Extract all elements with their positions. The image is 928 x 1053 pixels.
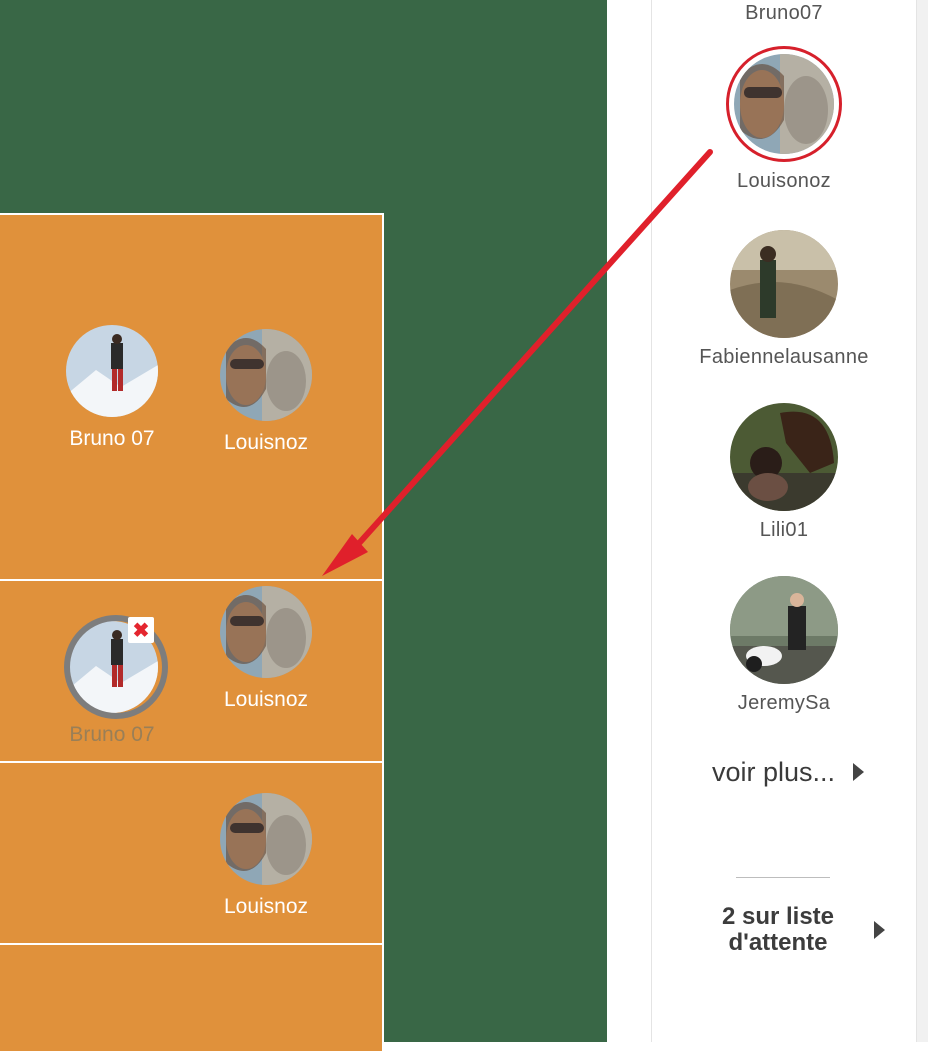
player-name: Bruno 07 — [69, 723, 155, 746]
member-fabiennelausanne[interactable]: Fabiennelausanne — [651, 230, 917, 369]
member-louisonoz[interactable]: Louisonoz — [651, 46, 917, 193]
avatar-louisnoz — [220, 793, 312, 885]
member-name: Fabiennelausanne — [699, 346, 869, 368]
avatar-bruno — [66, 325, 158, 417]
player-bruno-pending[interactable]: ✖ Bruno 07 — [62, 615, 168, 747]
waitlist-label-line1: 2 sur liste — [721, 903, 835, 930]
member-name: Bruno07 — [745, 2, 823, 24]
member-name: JeremySa — [737, 692, 831, 714]
member-lili01[interactable]: Lili01 — [651, 403, 917, 542]
waitlist-label: 2 sur liste d'attente — [700, 904, 856, 956]
see-more-link[interactable]: voir plus... — [712, 753, 902, 791]
reservation-board: Bruno 07 Louisnoz ✖ Bruno 07 Louisnoz Lo… — [0, 213, 390, 1053]
waitlist-label-line2: d'attente — [728, 929, 828, 956]
slot-1[interactable]: Bruno 07 Louisnoz — [0, 213, 384, 581]
sidebar-divider — [736, 877, 830, 878]
member-bruno07[interactable]: Bruno07 — [651, 2, 917, 25]
slot-4[interactable] — [0, 943, 384, 1053]
see-more-label: voir plus... — [712, 756, 836, 787]
member-name: Louisonoz — [737, 170, 831, 192]
member-jeremysa[interactable]: JeremySa — [651, 576, 917, 715]
player-name: Louisnoz — [223, 688, 309, 711]
avatar-lili01 — [730, 403, 838, 511]
caret-right-icon — [853, 763, 865, 781]
player-louisnoz[interactable]: Louisnoz — [216, 586, 316, 712]
member-name: Lili01 — [759, 519, 809, 541]
avatar-louisnoz — [220, 586, 312, 678]
avatar-jeremysa — [730, 576, 838, 684]
close-icon[interactable]: ✖ — [128, 617, 154, 643]
avatar-louisnoz — [220, 329, 312, 421]
slot-3[interactable]: Louisnoz — [0, 761, 384, 945]
player-name: Louisnoz — [223, 895, 309, 918]
waitlist-link[interactable]: 2 sur liste d'attente — [700, 900, 900, 960]
scrollbar-track[interactable] — [917, 0, 928, 1042]
player-louisnoz[interactable]: Louisnoz — [216, 793, 316, 919]
player-bruno[interactable]: Bruno 07 — [62, 325, 162, 451]
player-name: Louisnoz — [223, 431, 309, 454]
slot-2[interactable]: ✖ Bruno 07 Louisnoz — [0, 579, 384, 763]
player-name: Bruno 07 — [69, 427, 155, 450]
avatar-louisonoz — [726, 46, 842, 162]
caret-right-icon — [874, 921, 885, 939]
panel-gap — [607, 0, 651, 1042]
avatar-fabiennelausanne — [730, 230, 838, 338]
avatar-bruno: ✖ — [64, 615, 168, 719]
player-louisnoz[interactable]: Louisnoz — [216, 329, 316, 455]
